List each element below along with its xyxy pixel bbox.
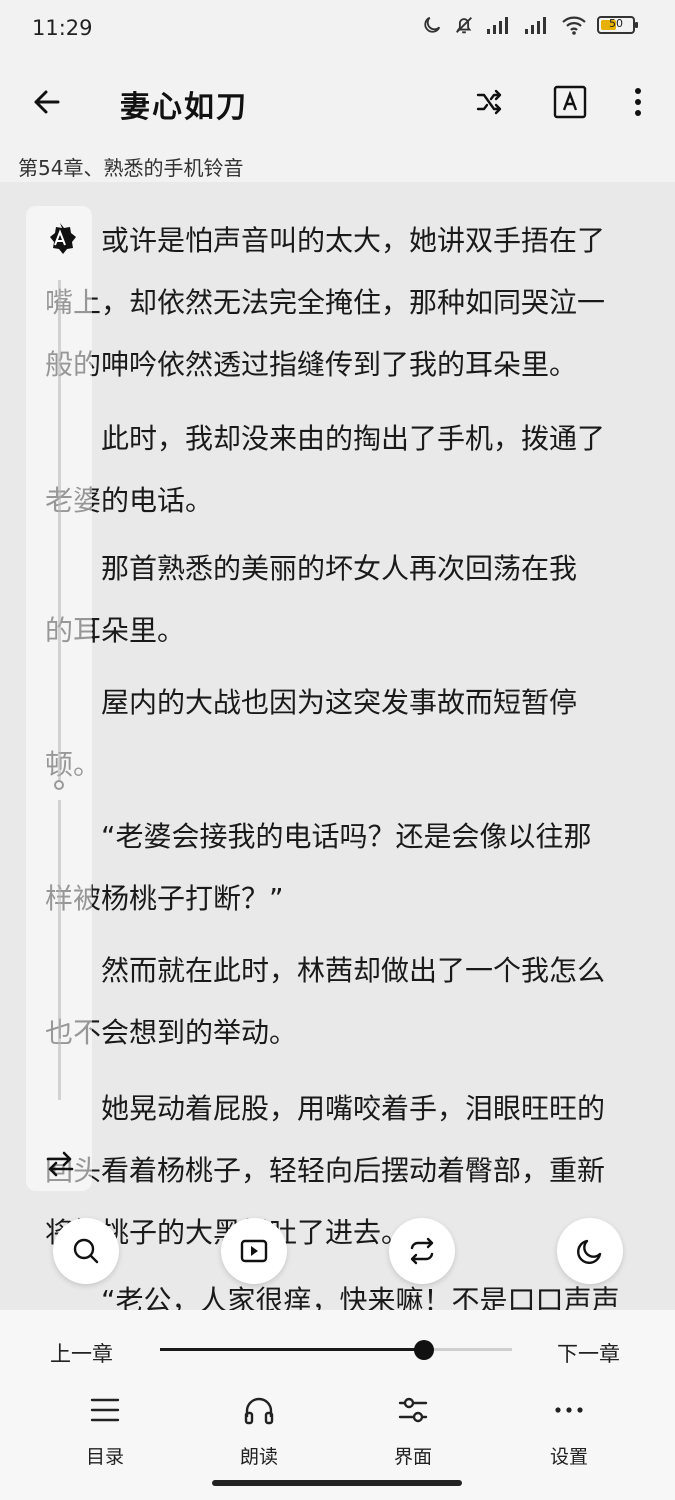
nav-label: 界面 [393,1446,432,1468]
more-options-button[interactable] [618,82,658,122]
nav-settings[interactable]: 设置 [514,1390,624,1469]
status-bar: 11:29 50 [0,0,675,58]
menu-icon [90,1398,120,1422]
night-mode-button[interactable] [557,1218,623,1284]
text-line: 她晃动着屁股，用嘴咬着手，泪眼旺旺的 [101,1092,606,1125]
nav-label: 设置 [549,1446,588,1468]
reader-bottom-panel: 上一章 下一章 目录 朗读 界面 设置 [0,1310,675,1500]
text-line: 此时，我却没来由的掏出了手机，拨通了 [101,422,606,455]
signal-icon-2 [525,17,546,34]
text-line: 回头看着杨桃子，轻轻向后摆动着臀部，重新 [45,1154,606,1187]
app-header: 妻心如刀 [0,58,675,150]
battery-level: 50 [609,17,623,30]
status-icons: 50 [421,14,638,36]
reading-content[interactable]: 或许是怕声音叫的太大，她讲双手捂在了 嘴上，却依然无法完全掩住，那种如同哭泣一 … [0,182,675,1312]
search-button[interactable] [53,1218,119,1284]
scroll-track [58,280,61,780]
search-icon [73,1238,99,1264]
nav-interface[interactable]: 界面 [358,1390,468,1469]
shuffle-button[interactable] [470,82,510,122]
text-line: 的耳朵里。 [45,614,186,647]
sliders-icon [398,1397,428,1423]
paragraph: 她晃动着屁股，用嘴咬着手，泪眼旺旺的 回头看着杨桃子，轻轻向后摆动着臀部，重新 … [45,1078,635,1264]
prev-chapter-button[interactable]: 上一章 [50,1338,113,1368]
book-title: 妻心如刀 [120,90,248,125]
text-line: 那首熟悉的美丽的坏女人再次回荡在我 [101,552,578,585]
back-button[interactable] [28,82,68,122]
swap-arrows-icon [46,1151,74,1177]
moon-icon [424,16,441,33]
home-indicator[interactable] [212,1480,462,1486]
text-line: 屋内的大战也因为这突发事故而短暂停 [101,686,578,719]
font-style-button[interactable] [550,82,590,122]
text-line: 顿。 [45,734,635,796]
paragraph: “老婆会接我的电话吗？还是会像以往那 样被杨桃子打断？” [45,806,635,930]
text-line: 老婆的电话。 [45,484,214,517]
swap-button[interactable] [44,1150,76,1178]
progress-fill [160,1348,424,1351]
moon-icon [577,1239,602,1264]
paragraph: 屋内的大战也因为这突发事故而短暂停 顿。 [45,672,635,796]
battery-icon: 50 [597,16,638,34]
arrow-left-icon [34,90,60,114]
nav-label: 朗读 [239,1446,278,1468]
text-line: 或许是怕声音叫的太大，她讲双手捂在了 [101,224,606,257]
nav-read-aloud[interactable]: 朗读 [204,1390,314,1469]
text-line: 然而就在此时，林茜却做出了一个我怎么 [101,954,606,987]
nav-label: 目录 [85,1446,124,1468]
headphones-icon [244,1397,274,1425]
text-line: 也不会想到的举动。 [45,1016,298,1049]
shuffle-icon [476,89,502,115]
status-time: 11:29 [32,16,93,40]
text-line: 嘴上，却依然无法完全掩住，那种如同哭泣一 [45,286,606,319]
chapter-title: 第54章、熟悉的手机铃音 [18,156,244,180]
auto-page-button[interactable] [221,1218,287,1284]
next-chapter-button[interactable]: 下一章 [557,1338,620,1368]
font-a-icon [553,85,587,119]
chapter-progress-slider[interactable] [160,1340,512,1360]
more-horizontal-icon [555,1407,583,1413]
paragraph: 此时，我却没来由的掏出了手机，拨通了 老婆的电话。 [45,408,635,532]
bell-off-icon [456,17,472,34]
paragraph: 然而就在此时，林茜却做出了一个我怎么 也不会想到的举动。 [45,940,635,1064]
play-box-icon [240,1239,268,1263]
page-turn-mode-button[interactable] [389,1218,455,1284]
nav-catalog[interactable]: 目录 [50,1390,160,1469]
paragraph: 或许是怕声音叫的太大，她讲双手捂在了 嘴上，却依然无法完全掩住，那种如同哭泣一 … [45,210,635,396]
scroll-track-lower [58,800,61,1100]
paragraph: 那首熟悉的美丽的坏女人再次回荡在我 的耳朵里。 [45,538,635,662]
more-vertical-icon [635,88,641,116]
paragraph: “老公，人家很痒，快来嘛！不是口口声声 [45,1270,635,1312]
signal-icon [487,17,508,34]
auto-badge-icon [50,223,76,254]
progress-thumb[interactable] [414,1340,434,1360]
text-line: 将杨桃子的大黑根吐了进去。 [45,1202,635,1264]
text-line: “老公，人家很痒，快来嘛！不是口口声声 [101,1284,620,1312]
auto-scroll-button[interactable] [43,222,77,256]
wifi-icon [562,16,586,35]
text-line: 样被杨桃子打断？” [45,882,284,915]
scroll-handle[interactable] [54,780,64,790]
chapter-bar: 第54章、熟悉的手机铃音 [0,150,675,182]
repeat-icon [410,1237,434,1265]
text-line: “老婆会接我的电话吗？还是会像以往那 [101,820,592,853]
text-line: 般的呻吟依然透过指缝传到了我的耳朵里。 [45,348,578,381]
